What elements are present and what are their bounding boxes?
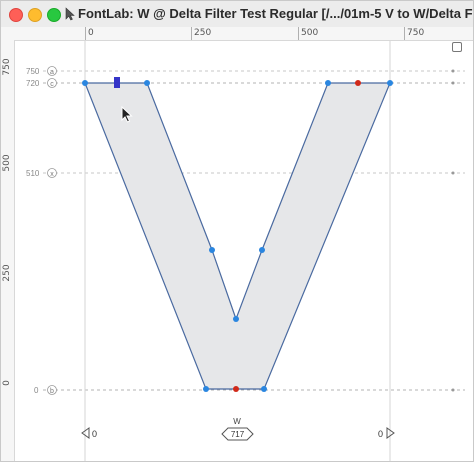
contour-node[interactable] bbox=[259, 247, 265, 253]
glyph-outline-v[interactable] bbox=[84, 82, 391, 390]
contour-node[interactable] bbox=[261, 386, 267, 392]
right-sidebearing-control[interactable]: 0 bbox=[378, 427, 395, 439]
contour-node[interactable] bbox=[209, 247, 215, 253]
svg-text:0: 0 bbox=[34, 386, 39, 395]
zoom-window-button[interactable] bbox=[47, 8, 61, 22]
guide-end-marker bbox=[451, 81, 455, 85]
svg-text:c: c bbox=[50, 81, 54, 88]
contour-node[interactable] bbox=[82, 80, 88, 86]
selected-node-handle[interactable] bbox=[114, 77, 120, 88]
guide-label-xheight: 510 x bbox=[26, 168, 57, 178]
guide-label-caps: 720 c bbox=[26, 78, 57, 88]
glyph-canvas[interactable]: 750 a 720 c 510 x 0 b 0 0 W 717 bbox=[15, 41, 473, 461]
svg-text:750: 750 bbox=[26, 67, 40, 76]
svg-text:b: b bbox=[50, 388, 54, 395]
pointer-arrow-icon bbox=[65, 7, 75, 21]
svg-text:720: 720 bbox=[26, 79, 40, 88]
svg-text:x: x bbox=[50, 171, 54, 178]
svg-text:0: 0 bbox=[378, 429, 383, 439]
vertical-ruler[interactable]: 750 500 250 0 bbox=[1, 40, 15, 461]
ruler-label-750: 750 bbox=[407, 28, 425, 38]
title-bar: FontLab: W @ Delta Filter Test Regular [… bbox=[1, 1, 473, 28]
glyph-name-label: W bbox=[233, 417, 241, 426]
contour-node[interactable] bbox=[144, 80, 150, 86]
window-title: FontLab: W @ Delta Filter Test Regular [… bbox=[78, 6, 473, 21]
contour-node[interactable] bbox=[387, 80, 393, 86]
close-window-button[interactable] bbox=[9, 8, 23, 22]
svg-text:717: 717 bbox=[231, 430, 245, 439]
vruler-label-750: 750 bbox=[2, 58, 12, 76]
svg-text:a: a bbox=[50, 69, 54, 76]
contour-start-node[interactable] bbox=[355, 80, 361, 86]
ruler-label-250: 250 bbox=[194, 28, 212, 38]
guide-end-marker bbox=[451, 69, 455, 73]
fontlab-window: FontLab: W @ Delta Filter Test Regular [… bbox=[0, 0, 474, 462]
guide-label-ascender: 750 a bbox=[26, 66, 57, 76]
contour-node[interactable] bbox=[233, 316, 239, 322]
minimize-window-button[interactable] bbox=[28, 8, 42, 22]
svg-text:0: 0 bbox=[92, 429, 97, 439]
contour-start-node[interactable] bbox=[233, 386, 239, 392]
vruler-label-0: 0 bbox=[2, 380, 12, 386]
ruler-label-0: 0 bbox=[88, 28, 94, 38]
contour-node[interactable] bbox=[325, 80, 331, 86]
ruler-label-500: 500 bbox=[301, 28, 319, 38]
svg-text:510: 510 bbox=[26, 169, 40, 178]
left-sidebearing-control[interactable]: 0 bbox=[81, 427, 97, 439]
guide-end-marker bbox=[451, 388, 455, 392]
guide-end-marker bbox=[451, 171, 455, 175]
horizontal-ruler[interactable]: 0 250 500 750 bbox=[1, 27, 473, 41]
vruler-label-500: 500 bbox=[2, 154, 12, 172]
contour-node[interactable] bbox=[203, 386, 209, 392]
vruler-label-250: 250 bbox=[2, 264, 12, 282]
advance-width-control[interactable]: 717 bbox=[221, 427, 254, 441]
